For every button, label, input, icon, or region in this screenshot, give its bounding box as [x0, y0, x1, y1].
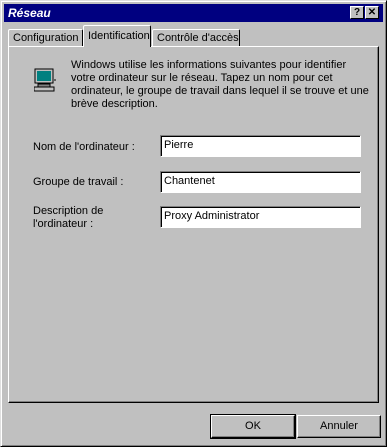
- title-bar[interactable]: Réseau ? ✕: [4, 4, 383, 22]
- computer-description-field[interactable]: Proxy Administrator: [160, 206, 361, 228]
- help-button[interactable]: ?: [350, 6, 364, 19]
- description-label-line1: Description de: [33, 205, 104, 217]
- window-title: Réseau: [8, 6, 51, 20]
- workgroup-label: Groupe de travail :: [33, 176, 124, 188]
- network-computer-icon: [34, 68, 56, 92]
- tab-configuration[interactable]: Configuration: [8, 29, 83, 46]
- workgroup-field[interactable]: Chantenet: [160, 171, 361, 193]
- panel-description: Windows utilise les informations suivant…: [71, 59, 369, 110]
- computer-name-field[interactable]: Pierre: [160, 135, 361, 157]
- reseau-dialog: Réseau ? ✕ Configuration Identification …: [0, 0, 387, 447]
- description-label-line2: l'ordinateur :: [33, 218, 94, 230]
- close-button[interactable]: ✕: [365, 6, 379, 19]
- tab-identification[interactable]: Identification: [83, 25, 151, 47]
- ok-button[interactable]: OK: [210, 414, 296, 439]
- cancel-button[interactable]: Annuler: [297, 415, 381, 438]
- tab-controle-acces[interactable]: Contrôle d'accès: [152, 29, 240, 46]
- computer-name-label: Nom de l'ordinateur :: [33, 141, 135, 153]
